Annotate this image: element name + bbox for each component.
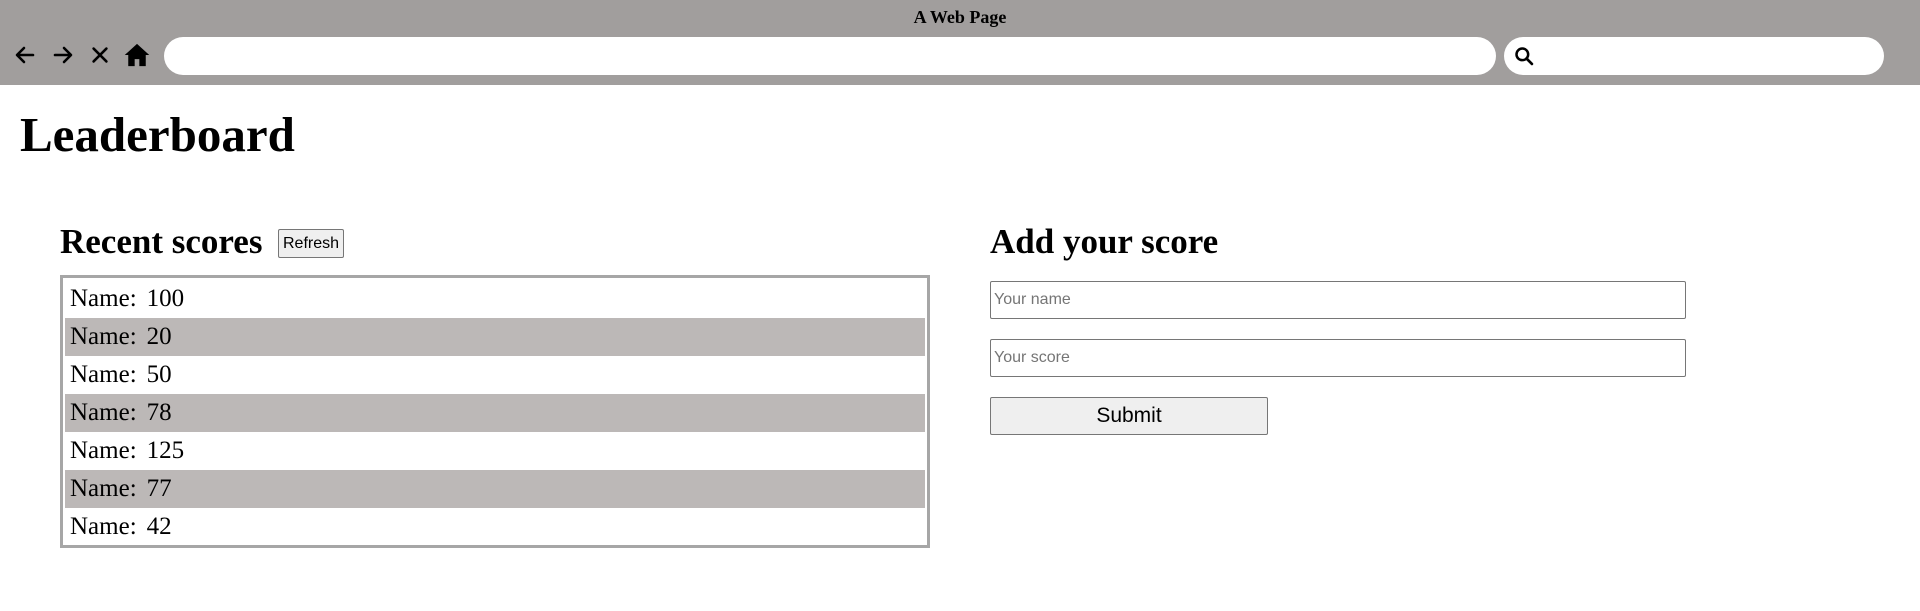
submit-button[interactable]: Submit — [990, 397, 1268, 435]
search-input[interactable] — [1542, 37, 1872, 75]
search-box[interactable] — [1504, 37, 1884, 75]
add-score-heading: Add your score — [990, 222, 1219, 261]
score-row-name: Name: — [70, 361, 137, 388]
score-row-name: Name: — [70, 475, 137, 502]
score-row: Name: 20 — [65, 318, 925, 356]
forward-button[interactable] — [48, 40, 78, 70]
score-row-name: Name: — [70, 437, 137, 464]
recent-scores-heading: Recent scores — [60, 222, 263, 261]
score-row: Name: 77 — [65, 470, 925, 508]
score-row-name: Name: — [70, 323, 137, 350]
score-input[interactable] — [990, 339, 1686, 377]
score-row-name: Name: — [70, 513, 137, 540]
url-bar[interactable] — [164, 37, 1496, 75]
score-row-value: 125 — [146, 437, 185, 464]
score-row-value: 78 — [146, 399, 172, 426]
score-row-value: 42 — [146, 513, 172, 540]
score-row: Name: 100 — [65, 280, 925, 318]
search-icon — [1515, 47, 1534, 66]
score-row-name: Name: — [70, 285, 137, 312]
score-row-value: 100 — [146, 285, 185, 312]
window-title: A Web Page — [913, 7, 1007, 27]
score-row-name: Name: — [70, 399, 137, 426]
score-list: Name: 100 Name: 20 Name: 50 Name: 78 Name: 125 Nam… — [60, 275, 930, 548]
stop-button[interactable] — [85, 40, 115, 70]
score-row: Name: 78 — [65, 394, 925, 432]
score-row-value: 20 — [146, 323, 172, 350]
back-arrow-icon — [15, 46, 35, 64]
back-button[interactable] — [10, 40, 40, 70]
score-row-value: 77 — [146, 475, 172, 502]
score-row: Name: 50 — [65, 356, 925, 394]
score-row: Name: 42 — [65, 508, 925, 546]
name-input[interactable] — [990, 281, 1686, 319]
home-icon — [124, 43, 150, 67]
forward-arrow-icon — [53, 46, 73, 64]
score-row: Name: 125 — [65, 432, 925, 470]
score-row-value: 50 — [146, 361, 172, 388]
browser-toolbar: A Web Page — [0, 0, 1920, 85]
close-icon — [92, 47, 108, 63]
home-button[interactable] — [122, 40, 152, 70]
page-title: Leaderboard — [20, 107, 295, 162]
refresh-button[interactable]: Refresh — [278, 229, 345, 258]
